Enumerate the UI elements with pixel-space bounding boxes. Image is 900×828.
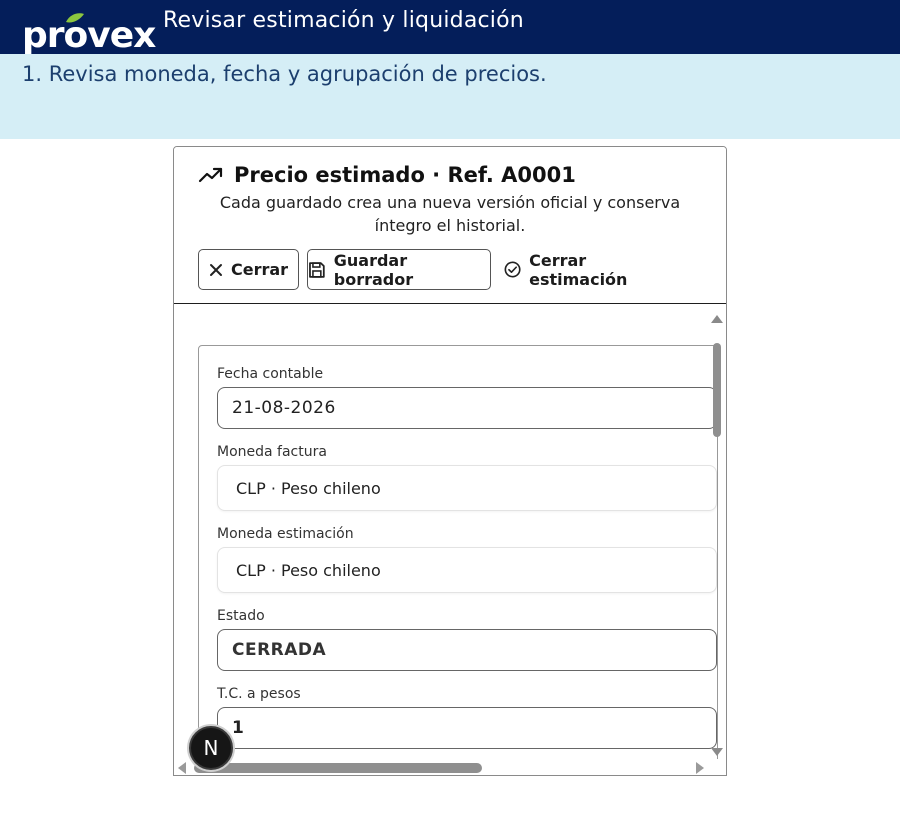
dialog-subtitle: Cada guardado crea una nueva versión ofi…: [219, 193, 681, 235]
scroll-up-icon[interactable]: [711, 315, 723, 323]
close-estimate-label: Cerrar estimación: [529, 250, 628, 289]
check-circle-icon: [504, 261, 521, 278]
vertical-scrollbar[interactable]: [710, 305, 724, 775]
accounting-date-label: Fecha contable: [217, 366, 324, 382]
exchange-rate-input[interactable]: 1: [217, 707, 717, 749]
n-badge-letter: N: [203, 736, 219, 760]
close-estimate-button[interactable]: Cerrar estimación: [504, 249, 674, 290]
page-title: Revisar estimación y liquidación: [163, 8, 524, 33]
dialog-title-text: Precio estimado · Ref. A0001: [234, 163, 576, 187]
status-input[interactable]: CERRADA: [217, 629, 717, 671]
form-scroll-area[interactable]: Fecha contable 21-08-2026 Moneda factura…: [174, 305, 726, 775]
invoice-currency-select[interactable]: CLP · Peso chileno: [217, 465, 717, 511]
top-bar: provex Revisar estimación y liquidación: [0, 0, 900, 56]
save-icon: [309, 261, 325, 278]
scroll-down-icon[interactable]: [711, 748, 723, 756]
close-button-label: Cerrar: [230, 260, 289, 279]
save-draft-button[interactable]: Guardar borrador: [307, 249, 491, 290]
save-draft-label: Guardar borrador: [333, 250, 414, 289]
accounting-date-input[interactable]: 21-08-2026: [217, 387, 717, 429]
logo-text: provex: [22, 15, 156, 56]
exchange-rate-label: T.C. a pesos: [217, 686, 301, 702]
estimate-currency-select[interactable]: CLP · Peso chileno: [217, 547, 717, 593]
dialog-header: Precio estimado · Ref. A0001 Cada guarda…: [174, 147, 726, 304]
instruction-text: 1. Revisa moneda, fecha y agrupación de …: [22, 62, 547, 86]
horizontal-scroll-thumb[interactable]: [194, 763, 482, 773]
leaf-icon: [66, 13, 84, 23]
scroll-left-icon[interactable]: [178, 762, 186, 774]
invoice-currency-label: Moneda factura: [217, 444, 327, 460]
estimate-dialog: Precio estimado · Ref. A0001 Cada guarda…: [173, 146, 727, 776]
scroll-right-icon[interactable]: [696, 762, 704, 774]
n-badge[interactable]: N: [189, 726, 233, 770]
form-card: Fecha contable 21-08-2026 Moneda factura…: [198, 345, 718, 775]
close-button[interactable]: Cerrar: [198, 249, 299, 290]
estimate-currency-label: Moneda estimación: [217, 526, 354, 542]
status-label: Estado: [217, 608, 265, 624]
vertical-scroll-thumb[interactable]: [713, 343, 721, 437]
close-icon: [209, 263, 222, 276]
trending-up-icon: [198, 167, 223, 183]
dialog-title: Precio estimado · Ref. A0001: [198, 163, 576, 187]
instruction-band: 1. Revisa moneda, fecha y agrupación de …: [0, 54, 900, 139]
horizontal-scrollbar[interactable]: [174, 759, 726, 775]
